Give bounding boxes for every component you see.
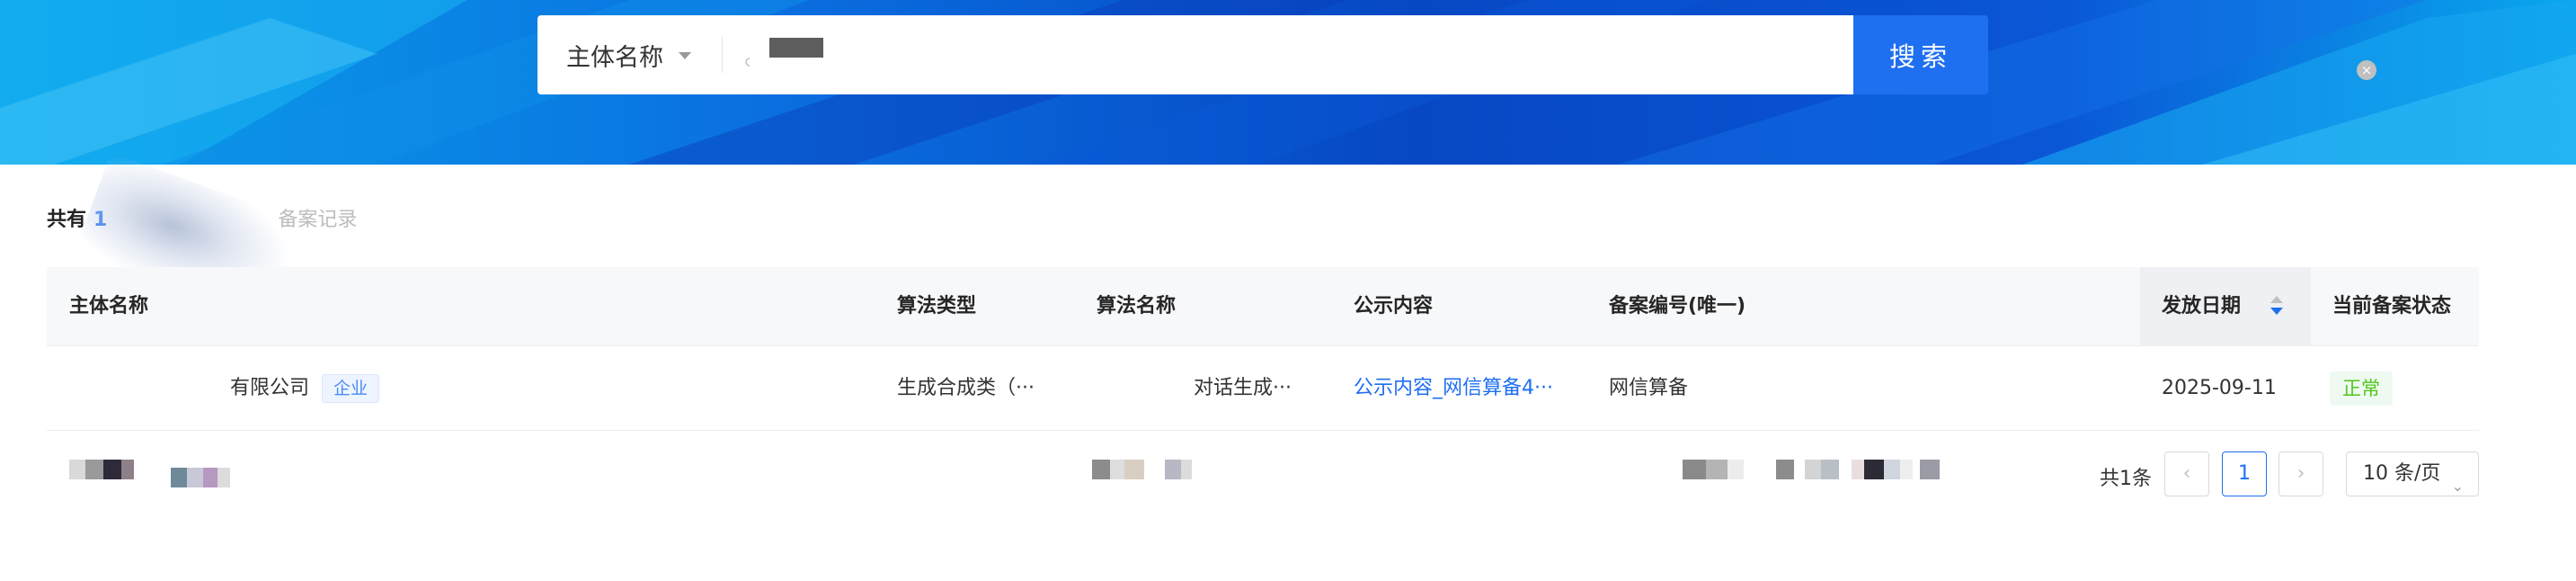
- redaction-block: [69, 460, 85, 479]
- sort-down-icon: [2270, 308, 2283, 315]
- search-button[interactable]: 搜索: [1853, 15, 1988, 94]
- filing-number-cell: 网信算备: [1609, 377, 1689, 399]
- caret-down-icon: [679, 52, 691, 59]
- th-issue-date[interactable]: 发放日期: [2162, 267, 2241, 346]
- entity-name-suffix: 有限公司: [230, 377, 310, 399]
- redaction-block: [1776, 460, 1794, 479]
- redaction-block: [121, 460, 134, 479]
- search-divider: [722, 37, 723, 73]
- table-header: 主体名称 算法类型 算法名称 公示内容 备案编号(唯一) 发放日期 当前备案状态: [47, 267, 2479, 346]
- redaction-block: [1683, 460, 1706, 479]
- redaction-block: [85, 460, 103, 479]
- entity-type-tag: 企业: [322, 374, 380, 403]
- public-content-link[interactable]: 公示内容_网信算备4···: [1354, 346, 1553, 431]
- search-input[interactable]: [742, 15, 1799, 94]
- redaction-block: [1124, 460, 1144, 479]
- table-row: 有限公司 企业 生成合成类（··· 对话生成··· 公示内容_网信算备4··· 网…: [47, 346, 2479, 487]
- issue-date-cell: 2025-09-11: [2162, 377, 2277, 399]
- status-cell: 正常: [2330, 346, 2393, 431]
- page-size-label: 10 条/页: [2363, 462, 2441, 485]
- prev-page-button[interactable]: ‹: [2164, 451, 2209, 496]
- th-algo-type: 算法类型: [897, 295, 977, 317]
- redaction-block: [1092, 460, 1110, 479]
- page-size-select[interactable]: 10 条/页 ⌄: [2346, 451, 2479, 496]
- redaction-block: [218, 468, 230, 487]
- summary-prefix: 共有: [47, 209, 87, 231]
- next-page-button[interactable]: ›: [2278, 451, 2323, 496]
- redaction-block: [1864, 460, 1884, 479]
- search-type-select[interactable]: 主体名称: [537, 15, 722, 94]
- sort-up-icon: [2270, 296, 2283, 303]
- redaction-block: [187, 468, 203, 487]
- redaction-block: [1884, 460, 1900, 479]
- redaction-block: [1805, 460, 1821, 479]
- th-public-content: 公示内容: [1354, 295, 1434, 317]
- redaction-block: [1821, 460, 1839, 479]
- redaction-block: [171, 468, 187, 487]
- algo-name-cell: 对话生成···: [1194, 377, 1292, 399]
- redaction-block: [1181, 460, 1192, 479]
- redacted-query: [769, 38, 823, 58]
- status-badge: 正常: [2330, 371, 2393, 406]
- page-1-button[interactable]: 1: [2222, 451, 2267, 496]
- redaction-block: [203, 468, 218, 487]
- th-entity-name: 主体名称: [69, 295, 149, 317]
- redaction-block: [1165, 460, 1181, 479]
- redaction-block: [1110, 460, 1124, 479]
- chevron-down-icon: ⌄: [2451, 478, 2464, 495]
- redaction-block: [1900, 460, 1913, 479]
- redaction-block: [1728, 460, 1744, 479]
- redaction-block: [103, 460, 121, 479]
- clear-icon[interactable]: ×: [2357, 60, 2376, 80]
- search-type-label: 主体名称: [566, 43, 663, 72]
- algo-type-cell: 生成合成类（···: [897, 377, 1035, 399]
- entity-name-cell: 有限公司 企业: [230, 346, 380, 431]
- th-algo-name: 算法名称: [1097, 295, 1177, 317]
- search-bar: 主体名称 ×: [537, 15, 2376, 94]
- th-filing-number: 备案编号(唯一): [1609, 295, 1746, 317]
- redaction-block: [1920, 460, 1940, 479]
- sort-icon[interactable]: [2270, 296, 2283, 317]
- pagination-total: 共1条: [2100, 468, 2152, 490]
- redaction-block: [1852, 460, 1864, 479]
- th-status: 当前备案状态: [2332, 295, 2452, 317]
- filing-table: 主体名称 算法类型 算法名称 公示内容 备案编号(唯一) 发放日期 当前备案状态…: [47, 267, 2479, 487]
- redaction-block: [1706, 460, 1728, 479]
